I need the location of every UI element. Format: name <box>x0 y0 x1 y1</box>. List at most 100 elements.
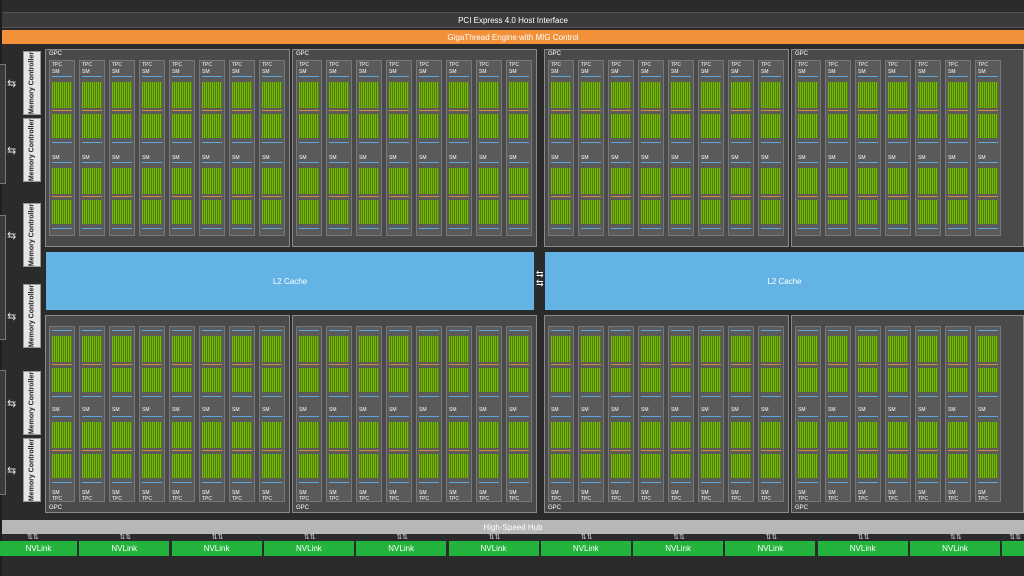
sm-block <box>948 330 968 402</box>
cuda-cores <box>82 82 102 108</box>
sm-cache-line <box>581 482 601 483</box>
sm-tensor-line <box>828 364 848 365</box>
sm-cache-line <box>918 228 938 229</box>
tpc-block: SM SM TPC <box>668 326 694 502</box>
l2-cache-label: L2 Cache <box>767 276 802 286</box>
sm-tensor-line <box>948 110 968 111</box>
sm-cache-line <box>172 416 192 417</box>
sm-block <box>82 162 102 234</box>
sm-label: SM <box>329 69 337 75</box>
sm-tensor-line <box>858 110 878 111</box>
tpc-block: SM SM TPC <box>885 326 911 502</box>
sm-cache-line <box>948 142 968 143</box>
sm-tensor-line <box>299 364 319 365</box>
sm-cache-line <box>52 162 72 163</box>
sm-label: SM <box>262 407 270 413</box>
cuda-cores <box>551 422 571 448</box>
sm-tensor-line <box>389 364 409 365</box>
sm-tensor-line <box>671 110 691 111</box>
cuda-cores <box>918 454 938 478</box>
sm-cache-line <box>888 142 908 143</box>
memory-controller-label: Memory Controller <box>28 284 36 348</box>
sm-cache-line <box>888 416 908 417</box>
sm-cache-line <box>449 228 469 229</box>
memory-link-arrows-icon: ⇆ <box>7 311 17 323</box>
sm-label: SM <box>509 407 517 413</box>
sm-tensor-line <box>142 450 162 451</box>
sm-tensor-line <box>82 110 102 111</box>
sm-block <box>202 162 222 234</box>
sm-cache-line <box>701 416 721 417</box>
sm-cache-line <box>918 416 938 417</box>
sm-cache-line <box>509 76 529 77</box>
sm-cache-line <box>888 330 908 331</box>
sm-cache-line <box>798 330 818 331</box>
cuda-cores <box>611 454 631 478</box>
sm-cache-line <box>858 228 878 229</box>
sm-cache-line <box>449 162 469 163</box>
pcie-host-interface: PCI Express 4.0 Host Interface <box>2 12 1024 28</box>
sm-label: SM <box>978 407 986 413</box>
cuda-cores <box>731 336 751 362</box>
tpc-block: SM SM TPC <box>476 326 502 502</box>
cuda-cores <box>828 368 848 392</box>
cuda-cores <box>918 422 938 448</box>
sm-tensor-line <box>142 364 162 365</box>
cuda-cores <box>142 422 162 448</box>
tpc-label: TPC <box>262 62 272 68</box>
sm-cache-line <box>142 142 162 143</box>
cuda-cores <box>731 82 751 108</box>
cuda-cores <box>978 200 998 224</box>
sm-cache-line <box>701 162 721 163</box>
sm-cache-line <box>948 228 968 229</box>
cuda-cores <box>731 422 751 448</box>
cuda-cores <box>202 336 222 362</box>
nvlink-label: NVLink <box>480 544 507 553</box>
sm-label: SM <box>112 155 120 161</box>
sm-block <box>761 76 781 148</box>
sm-label: SM <box>761 407 769 413</box>
sm-block <box>731 76 751 148</box>
sm-block <box>581 330 601 402</box>
tpc-label: TPC <box>761 496 771 502</box>
sm-tensor-line <box>918 196 938 197</box>
nvlink-port: NVLink <box>725 541 816 556</box>
cuda-cores <box>828 82 848 108</box>
sm-label: SM <box>701 69 709 75</box>
sm-tensor-line <box>551 110 571 111</box>
tpc-label: TPC <box>172 62 182 68</box>
cuda-cores <box>389 368 409 392</box>
cuda-cores <box>359 422 379 448</box>
nvlink-arrows-icon: ⇅⇅ <box>396 534 408 541</box>
cuda-cores <box>202 168 222 194</box>
sm-label: SM <box>978 69 986 75</box>
sm-label: SM <box>299 69 307 75</box>
sm-block <box>828 76 848 148</box>
cuda-cores <box>509 200 529 224</box>
sm-cache-line <box>509 330 529 331</box>
sm-block <box>479 416 499 488</box>
sm-cache-line <box>858 330 878 331</box>
cuda-cores <box>978 336 998 362</box>
sm-tensor-line <box>731 196 751 197</box>
sm-label: SM <box>202 155 210 161</box>
cuda-cores <box>449 200 469 224</box>
sm-cache-line <box>52 228 72 229</box>
sm-block <box>731 162 751 234</box>
cuda-cores <box>551 454 571 478</box>
sm-block <box>828 162 848 234</box>
tpc-block: TPC SM SM <box>109 60 135 236</box>
sm-cache-line <box>918 76 938 77</box>
tpc-label: TPC <box>641 62 651 68</box>
sm-label: SM <box>858 407 866 413</box>
cuda-cores <box>641 114 661 138</box>
memory-controller: Memory Controller <box>23 371 41 435</box>
cuda-cores <box>948 336 968 362</box>
sm-tensor-line <box>172 110 192 111</box>
sm-cache-line <box>641 482 661 483</box>
tpc-label: TPC <box>359 496 369 502</box>
sm-cache-line <box>419 396 439 397</box>
sm-label: SM <box>858 69 866 75</box>
sm-block <box>389 76 409 148</box>
cuda-cores <box>112 114 132 138</box>
